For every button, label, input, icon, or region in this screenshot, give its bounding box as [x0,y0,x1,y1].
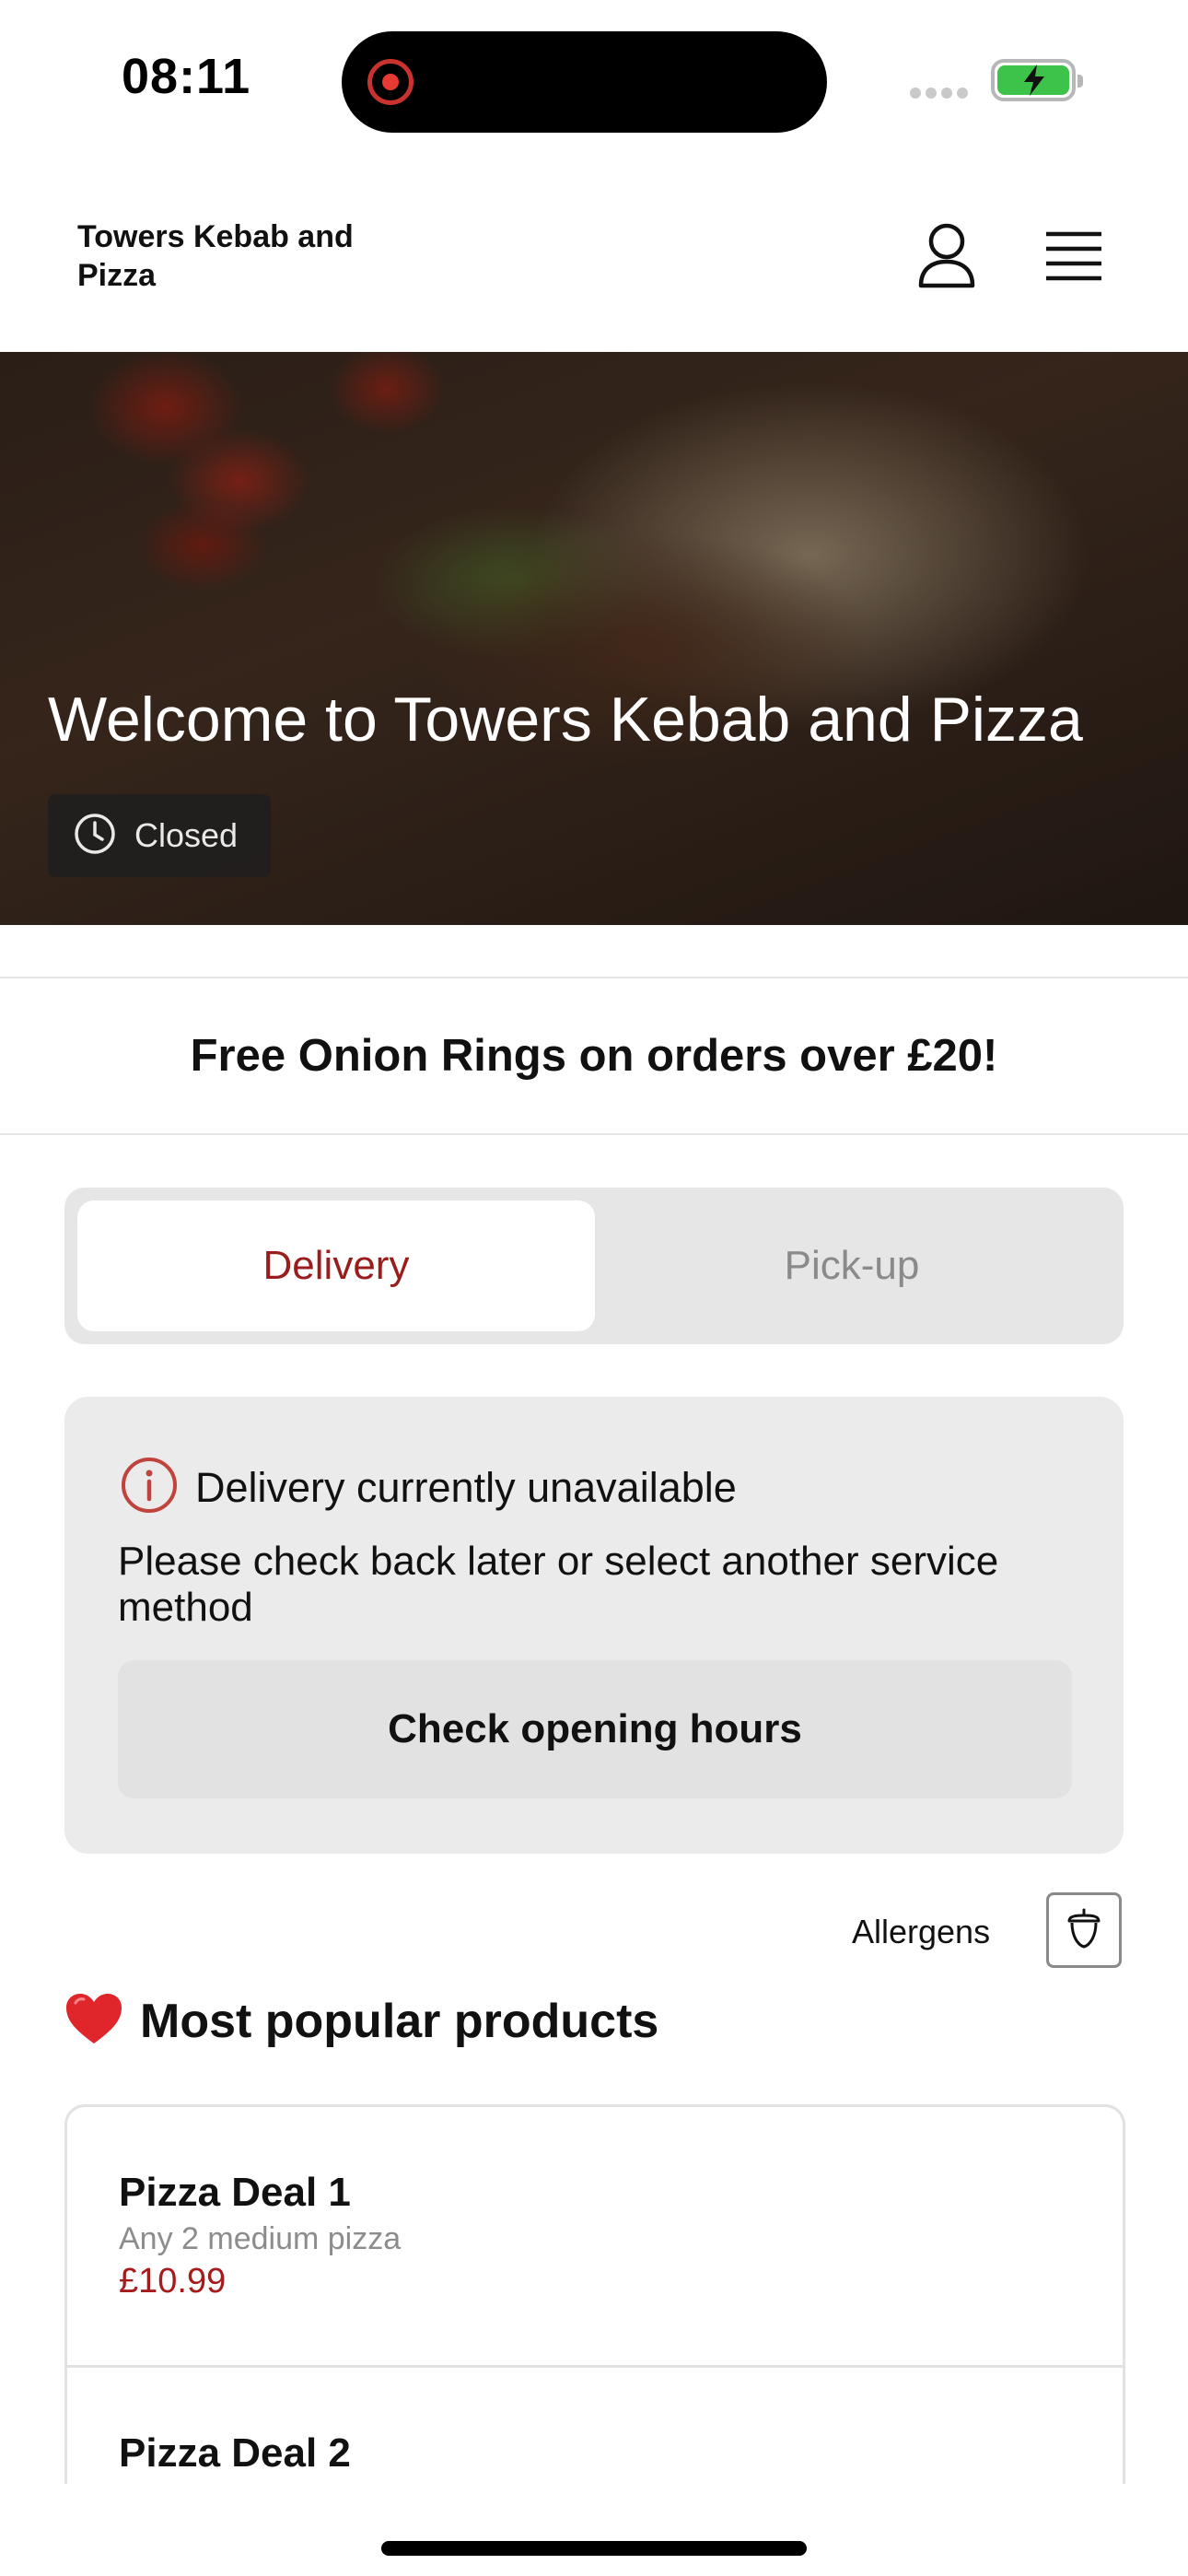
status-badge: Closed [48,794,271,877]
product-price: £10.99 [119,2262,227,2301]
popular-products-heading: Most popular products [64,1992,658,2050]
product-card[interactable]: Pizza Deal 2 [67,2365,1123,2484]
dynamic-island [342,31,827,133]
acorn-icon [1066,1908,1102,1953]
promo-text: Free Onion Rings on orders over £20! [190,1031,998,1081]
menu-icon[interactable] [1044,230,1103,284]
delivery-unavailable-card: Delivery currently unavailable Please ch… [64,1397,1124,1854]
allergens-button[interactable] [1046,1892,1122,1968]
recording-icon [367,59,413,105]
service-toggle: Delivery Pick-up [64,1188,1124,1344]
status-badge-label: Closed [134,816,239,854]
section-title: Most popular products [140,1994,659,2048]
check-opening-hours-button[interactable]: Check opening hours [118,1660,1072,1798]
app-header: Towers Kebab and Pizza [0,166,1188,352]
hero-title: Welcome to Towers Kebab and Pizza [48,685,1083,755]
tab-pickup[interactable]: Pick-up [593,1200,1111,1331]
heart-icon [64,1992,123,2050]
battery-icon [991,59,1083,101]
user-icon[interactable] [917,223,976,289]
product-description: Any 2 medium pizza [119,2221,402,2256]
home-indicator[interactable] [381,2541,807,2556]
status-bar: 08:11 [0,0,1188,166]
signal-icon [910,87,974,99]
product-name: Pizza Deal 1 [119,2170,351,2215]
promo-banner: Free Onion Rings on orders over £20! [0,977,1188,1135]
product-card[interactable]: Pizza Deal 1 Any 2 medium pizza £10.99 [67,2107,1123,2365]
hero-banner: Welcome to Towers Kebab and Pizza Closed [0,352,1188,925]
clock-icon [74,813,116,860]
allergens-label: Allergens [852,1913,991,1950]
notice-body: Please check back later or select anothe… [118,1539,999,1630]
tab-delivery[interactable]: Delivery [77,1200,595,1331]
info-icon [120,1456,179,1519]
restaurant-name[interactable]: Towers Kebab and Pizza [77,217,409,295]
notice-title: Delivery currently unavailable [195,1463,737,1511]
status-time: 08:11 [122,49,251,104]
product-name: Pizza Deal 2 [119,2430,351,2476]
product-list: Pizza Deal 1 Any 2 medium pizza £10.99 P… [64,2104,1125,2484]
